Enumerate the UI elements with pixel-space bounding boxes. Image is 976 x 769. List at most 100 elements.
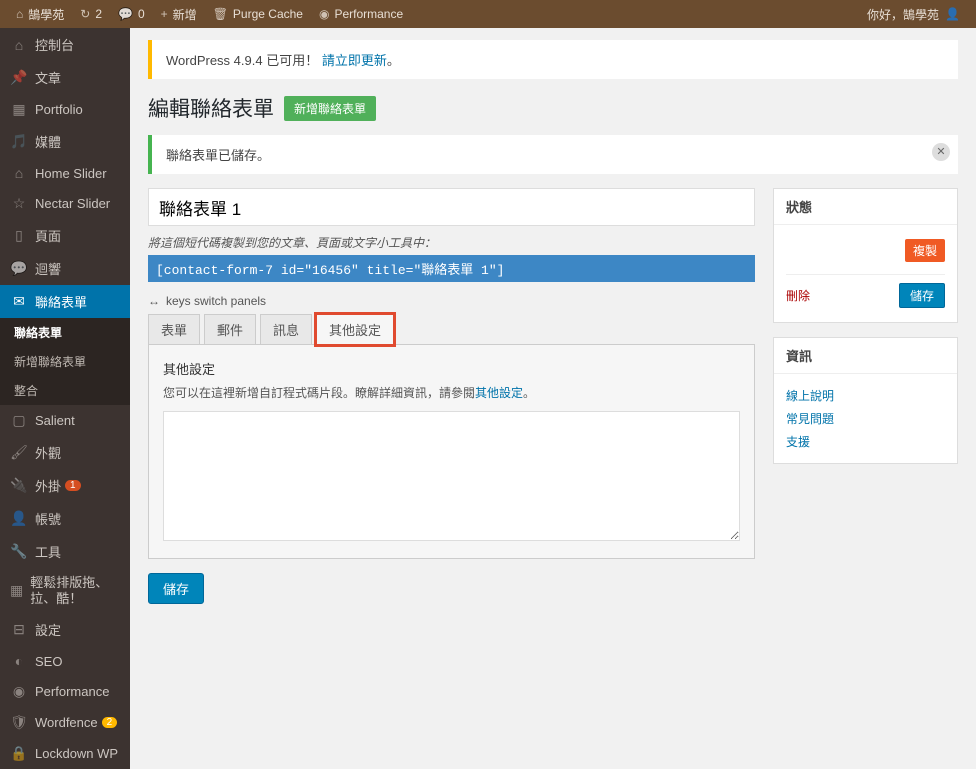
delete-link[interactable]: 刪除 [786,287,810,304]
menu-nectarslider[interactable]: ☆Nectar Slider [0,188,130,219]
update-link[interactable]: 請立即更新 [322,53,387,68]
submenu-integration[interactable]: 整合 [0,376,130,405]
content-area: WordPress 4.9.4 已可用！ 請立即更新。 編輯聯絡表單 新增聯絡表… [130,28,976,769]
menu-homeslider[interactable]: ⌂Home Slider [0,158,130,188]
gauge-icon: ◉ [10,683,28,700]
menu-settings[interactable]: ⊟設定 [0,613,130,646]
site-link[interactable]: ⌂ 鵠學苑 [8,0,72,28]
shortcode-hint: 將這個短代碼複製到您的文章、頁面或文字小工具中： [148,234,755,251]
shield-icon: 🛡 [10,714,28,731]
menu-media[interactable]: 🎵媒體 [0,125,130,158]
menu-easywp[interactable]: ▦輕鬆排版拖、拉、酷！ [0,568,130,613]
dashboard-icon: ⌂ [10,37,28,53]
shortcode-box[interactable]: [contact-form-7 id="16456" title="聯絡表單 1… [148,255,755,282]
info-heading: 資訊 [774,338,957,374]
side-save-button[interactable]: 儲存 [899,283,945,308]
menu-portfolio[interactable]: ▦Portfolio [0,94,130,125]
tab-mail[interactable]: 郵件 [204,314,256,345]
wrench-icon: 🔧 [10,543,28,560]
plug-icon: 🔌 [10,477,28,494]
menu-contact[interactable]: ✉聯絡表單 [0,285,130,318]
pin-icon: 📌 [10,69,28,86]
site-name: 鵠學苑 [28,6,64,23]
form-title-input[interactable] [148,188,755,226]
menu-plugins[interactable]: 🔌外掛1 [0,469,130,502]
comment-icon: 💬 [118,7,133,21]
purge-cache[interactable]: 🗑Purge Cache [205,0,311,28]
saved-text: 聯絡表單已儲存。 [166,148,270,163]
gauge-icon: ◉ [319,7,329,21]
updates-count: 2 [95,7,102,21]
additional-settings-textarea[interactable] [163,411,740,541]
saved-notice: 聯絡表單已儲存。 ✕ [148,135,958,174]
panel-title: 其他設定 [163,359,740,378]
perf-label: Performance [334,7,403,21]
menu-seo[interactable]: ◐SEO [0,646,130,676]
menu-appearance[interactable]: 🖌外觀 [0,436,130,469]
star-icon: ☆ [10,195,28,212]
support-link[interactable]: 支援 [786,430,945,453]
info-box: 資訊 線上說明 常見問題 支援 [773,337,958,464]
admin-menu: ⌂控制台 📌文章 ▦Portfolio 🎵媒體 ⌂Home Slider ☆Ne… [0,28,130,769]
copy-button[interactable]: 複製 [905,239,945,262]
menu-users[interactable]: 👤帳號 [0,502,130,535]
page-icon: ▯ [10,227,28,244]
tab-other[interactable]: 其他設定 [316,314,394,345]
menu-performance[interactable]: ◉Performance [0,676,130,707]
portfolio-icon: ▦ [10,101,28,118]
admin-bar: ⌂鵠學苑 ↻2 💬0 +新增 🗑Purge Cache ◉Performance… [0,0,976,28]
menu-posts[interactable]: 📌文章 [0,61,130,94]
theme-icon: ▢ [10,412,28,429]
comments-link[interactable]: 💬0 [110,0,153,28]
tab-form[interactable]: 表單 [148,314,200,345]
menu-comments[interactable]: 💬迴響 [0,252,130,285]
status-box: 狀態 複製 刪除 儲存 [773,188,958,323]
comments-count: 0 [138,7,145,21]
greeting[interactable]: 你好，鵠學苑 👤 [859,0,968,28]
submenu-list[interactable]: 聯絡表單 [0,318,130,347]
panel-other: 其他設定 您可以在這裡新增自訂程式碼片段。瞭解詳細資訊，請參閱其他設定。 [148,344,755,559]
dismiss-button[interactable]: ✕ [932,143,950,161]
page-title: 編輯聯絡表單 [148,93,274,123]
add-new-button[interactable]: 新增聯絡表單 [284,96,376,121]
submenu-contact: 聯絡表單 新增聯絡表單 整合 [0,318,130,405]
avatar-icon: 👤 [945,7,960,21]
updates-link[interactable]: ↻2 [72,0,110,28]
plus-icon: + [161,7,168,21]
brush-icon: 🖌 [10,444,28,461]
submenu-new[interactable]: 新增聯絡表單 [0,347,130,376]
menu-dashboard[interactable]: ⌂控制台 [0,28,130,61]
faq-link[interactable]: 常見問題 [786,407,945,430]
slider-icon: ⊟ [10,621,28,638]
tabs: 表單 郵件 訊息 其他設定 [148,314,755,345]
notice-text: WordPress 4.9.4 已可用！ [166,53,318,68]
status-heading: 狀態 [774,189,957,225]
slider-icon: ⌂ [10,165,28,181]
menu-salient[interactable]: ▢Salient [0,405,130,436]
user-icon: 👤 [10,510,28,527]
menu-pages[interactable]: ▯頁面 [0,219,130,252]
plugins-badge: 1 [65,480,81,491]
trash-icon: 🗑 [213,7,228,21]
comment-icon: 💬 [10,260,28,277]
keys-hint: keys switch panels [148,294,755,308]
new-label: 新增 [173,6,197,23]
layout-icon: ▦ [10,582,23,599]
save-button[interactable]: 儲存 [148,573,204,604]
new-link[interactable]: + 新增 [153,0,205,28]
menu-tools[interactable]: 🔧工具 [0,535,130,568]
performance-link[interactable]: ◉ Performance [311,0,411,28]
home-icon: ⌂ [16,7,23,21]
doc-link[interactable]: 線上說明 [786,384,945,407]
media-icon: 🎵 [10,133,28,150]
panel-desc-link[interactable]: 其他設定 [475,386,523,400]
menu-wordfence[interactable]: 🛡Wordfence2 [0,707,130,738]
mail-icon: ✉ [10,293,28,310]
greeting-text: 你好，鵠學苑 [867,6,939,23]
wordfence-badge: 2 [102,717,118,728]
tab-messages[interactable]: 訊息 [260,314,312,345]
seo-icon: ◐ [10,653,28,669]
update-notice: WordPress 4.9.4 已可用！ 請立即更新。 [148,40,958,79]
menu-lockdown[interactable]: 🔒Lockdown WP [0,738,130,769]
refresh-icon: ↻ [80,7,90,21]
